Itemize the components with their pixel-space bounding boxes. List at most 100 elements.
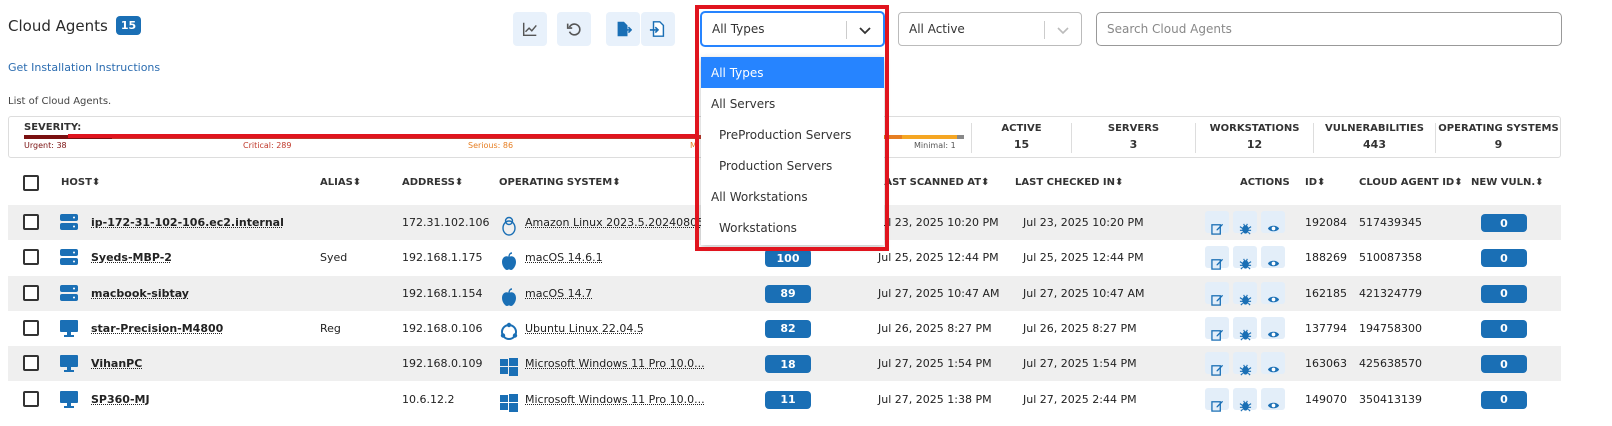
row-checkbox[interactable] bbox=[23, 355, 39, 372]
col-alias[interactable]: ALIAS⬍ bbox=[320, 177, 361, 188]
type-filter-select[interactable]: All Types bbox=[701, 12, 884, 46]
workstation-icon bbox=[59, 390, 79, 408]
type-option-all-types[interactable]: All Types bbox=[701, 57, 884, 88]
host-name[interactable]: Syeds-MBP-2 bbox=[91, 251, 172, 264]
row-checkbox[interactable] bbox=[23, 284, 39, 301]
serious-count: Serious: 86 bbox=[468, 141, 514, 150]
status-filter-select[interactable]: All Active bbox=[898, 12, 1082, 46]
view-button[interactable] bbox=[1261, 316, 1285, 339]
view-button[interactable] bbox=[1261, 246, 1285, 269]
vulnerabilities-button[interactable] bbox=[1233, 316, 1257, 341]
edit-button[interactable] bbox=[1205, 387, 1229, 412]
col-last-scanned[interactable]: LAST SCANNED AT⬍ bbox=[878, 177, 989, 188]
vulnerabilities-button[interactable] bbox=[1233, 387, 1257, 411]
chart-button[interactable] bbox=[513, 12, 547, 46]
vulnerability-count-badge[interactable]: 89 bbox=[765, 284, 811, 303]
stat-servers: SERVERS 3 bbox=[1071, 123, 1195, 153]
operating-system[interactable]: macOS 14.7 bbox=[525, 287, 592, 300]
select-all-checkbox[interactable] bbox=[23, 175, 39, 191]
edit-button[interactable] bbox=[1205, 316, 1229, 341]
minimal-count: Minimal: 1 bbox=[914, 141, 956, 150]
col-host[interactable]: HOST⬍ bbox=[61, 177, 100, 188]
col-id[interactable]: ID⬍ bbox=[1305, 177, 1325, 188]
table-row[interactable]: Syeds-MBP-2 Syed 192.168.1.175 macOS 14.… bbox=[8, 240, 1561, 275]
edit-button[interactable] bbox=[1205, 281, 1229, 306]
install-instructions-link[interactable]: Get Installation Instructions bbox=[8, 61, 160, 74]
table-row[interactable]: star-Precision-M4800 Reg 192.168.0.106 U… bbox=[8, 311, 1561, 346]
new-vuln-badge[interactable]: 0 bbox=[1481, 355, 1527, 374]
host-name[interactable]: ip-172-31-102-106.ec2.internal bbox=[91, 216, 284, 229]
export-button[interactable] bbox=[606, 12, 640, 46]
bug-icon bbox=[1239, 328, 1252, 344]
view-button[interactable] bbox=[1261, 211, 1285, 233]
list-subtitle: List of Cloud Agents. bbox=[8, 96, 112, 107]
view-button[interactable] bbox=[1261, 281, 1285, 304]
new-vuln-badge[interactable]: 0 bbox=[1481, 319, 1527, 338]
host-name[interactable]: star-Precision-M4800 bbox=[91, 322, 223, 335]
col-new-vuln[interactable]: NEW VULN.⬍ bbox=[1471, 177, 1544, 188]
col-os[interactable]: OPERATING SYSTEM⬍ bbox=[499, 177, 621, 188]
col-address[interactable]: ADDRESS⬍ bbox=[402, 177, 463, 188]
bug-icon bbox=[1239, 363, 1252, 379]
linux-icon bbox=[499, 216, 519, 236]
vulnerability-count-badge[interactable]: 11 bbox=[765, 390, 811, 409]
host-name[interactable]: VihanPC bbox=[91, 357, 142, 370]
search-input[interactable]: Search Cloud Agents bbox=[1096, 12, 1562, 46]
vulnerability-count-badge[interactable]: 100 bbox=[765, 249, 811, 268]
select-separator bbox=[846, 21, 847, 39]
new-vuln-badge[interactable]: 0 bbox=[1481, 284, 1527, 303]
row-checkbox[interactable] bbox=[23, 249, 39, 266]
type-option-all-workstations[interactable]: All Workstations bbox=[701, 181, 884, 212]
critical-count: Critical: 289 bbox=[243, 141, 292, 150]
vulnerabilities-button[interactable] bbox=[1233, 281, 1257, 306]
new-vuln-badge[interactable]: 0 bbox=[1481, 214, 1527, 232]
vulnerabilities-button[interactable] bbox=[1233, 211, 1257, 235]
agent-record-id: 192084 bbox=[1305, 216, 1347, 229]
type-option-workstations[interactable]: Workstations bbox=[701, 212, 884, 243]
annotation-line bbox=[68, 134, 695, 138]
vulnerability-count-badge[interactable]: 18 bbox=[765, 355, 811, 374]
import-button[interactable] bbox=[641, 12, 675, 46]
view-button[interactable] bbox=[1261, 387, 1285, 410]
table-row[interactable]: macbook-sibtay 192.168.1.154 macOS 14.7 … bbox=[8, 275, 1561, 311]
view-button[interactable] bbox=[1261, 352, 1285, 375]
edit-button[interactable] bbox=[1205, 211, 1229, 235]
new-vuln-badge[interactable]: 0 bbox=[1481, 390, 1527, 409]
chevron-down-icon[interactable] bbox=[1055, 22, 1071, 38]
chevron-down-icon[interactable] bbox=[857, 22, 873, 38]
operating-system[interactable]: Ubuntu Linux 22.04.5 bbox=[525, 322, 644, 335]
eye-icon bbox=[1267, 293, 1280, 309]
operating-system[interactable]: macOS 14.6.1 bbox=[525, 251, 603, 264]
alias: Reg bbox=[320, 321, 341, 335]
type-option-preproduction-servers[interactable]: PreProduction Servers bbox=[701, 119, 884, 150]
edit-icon bbox=[1210, 293, 1224, 309]
eye-icon bbox=[1267, 363, 1280, 379]
table-row[interactable]: SP360-MJ 10.6.12.2 Microsoft Windows 11 … bbox=[8, 382, 1561, 417]
row-checkbox[interactable] bbox=[23, 319, 39, 336]
new-vuln-badge[interactable]: 0 bbox=[1481, 249, 1527, 268]
type-option-production-servers[interactable]: Production Servers bbox=[701, 150, 884, 181]
row-checkbox[interactable] bbox=[23, 214, 39, 230]
table-row[interactable]: VihanPC 192.168.0.109 Microsoft Windows … bbox=[8, 346, 1561, 382]
vulnerabilities-button[interactable] bbox=[1233, 246, 1257, 270]
type-option-all-servers[interactable]: All Servers bbox=[701, 88, 884, 119]
export-icon bbox=[617, 21, 632, 37]
server-icon bbox=[59, 213, 79, 231]
operating-system[interactable]: Microsoft Windows 11 Pro 10.0... bbox=[525, 393, 705, 406]
last-scanned: Jul 27, 2025 10:47 AM bbox=[878, 286, 1000, 300]
operating-system[interactable]: Microsoft Windows 11 Pro 10.0... bbox=[525, 357, 705, 370]
vulnerabilities-button[interactable] bbox=[1233, 352, 1257, 376]
host-name[interactable]: macbook-sibtay bbox=[91, 287, 189, 300]
edit-button[interactable] bbox=[1205, 246, 1229, 271]
host-name[interactable]: SP360-MJ bbox=[91, 393, 150, 406]
operating-system[interactable]: Amazon Linux 2023.5.20240805 bbox=[525, 216, 704, 229]
row-checkbox[interactable] bbox=[23, 390, 39, 407]
vulnerability-count-badge[interactable]: 82 bbox=[765, 319, 811, 338]
col-last-checked[interactable]: LAST CHECKED IN⬍ bbox=[1015, 177, 1123, 188]
col-agent-id[interactable]: CLOUD AGENT ID⬍ bbox=[1359, 177, 1463, 188]
edit-icon bbox=[1210, 257, 1224, 273]
edit-button[interactable] bbox=[1205, 352, 1229, 376]
refresh-button[interactable] bbox=[557, 12, 591, 46]
cloud-agent-id: 517439345 bbox=[1359, 216, 1422, 229]
cloud-agent-id: 421324779 bbox=[1359, 286, 1422, 300]
